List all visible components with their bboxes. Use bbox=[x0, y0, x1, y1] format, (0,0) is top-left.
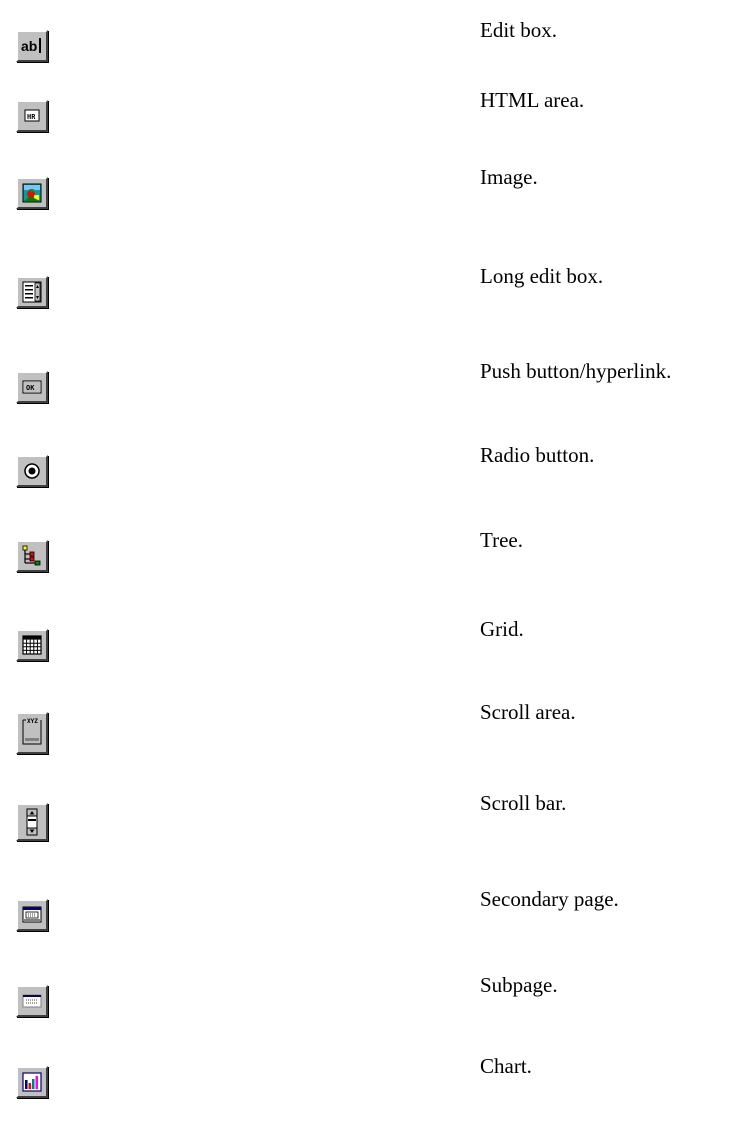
control-label: Scroll bar. bbox=[480, 791, 567, 815]
tree-icon bbox=[16, 540, 48, 572]
subpage-icon bbox=[16, 985, 48, 1017]
control-label: Scroll area. bbox=[480, 700, 576, 724]
secondary-page-icon bbox=[16, 899, 48, 931]
control-label: Secondary page. bbox=[480, 887, 619, 911]
long-edit-box-icon bbox=[16, 276, 48, 308]
control-label: HTML area. bbox=[480, 88, 585, 112]
control-row-image: Image. bbox=[0, 165, 751, 237]
control-row-scroll-bar: Scroll bar. bbox=[0, 791, 751, 863]
control-row-secondary-page: Secondary page. bbox=[0, 887, 751, 959]
control-row-chart: Chart. bbox=[0, 1054, 751, 1126]
control-row-tree: Tree. bbox=[0, 528, 751, 600]
svg-text:HR: HR bbox=[27, 113, 36, 121]
html-area-icon: HR bbox=[16, 100, 48, 132]
image-icon bbox=[16, 177, 48, 209]
control-row-long-edit-box: Long edit box. bbox=[0, 264, 751, 336]
control-label: Push button/hyperlink. bbox=[480, 359, 672, 383]
control-label: Grid. bbox=[480, 617, 524, 641]
svg-text:XYZ: XYZ bbox=[27, 718, 38, 725]
control-row-radio-button: Radio button. bbox=[0, 443, 751, 515]
chart-icon bbox=[16, 1066, 48, 1098]
svg-text:OK: OK bbox=[26, 384, 35, 392]
control-label: Tree. bbox=[480, 528, 523, 552]
grid-icon bbox=[16, 629, 48, 661]
scroll-area-icon: XYZ bbox=[16, 712, 48, 754]
svg-text:ab: ab bbox=[21, 38, 37, 54]
control-label: Edit box. bbox=[480, 18, 557, 42]
control-label: Long edit box. bbox=[480, 264, 604, 288]
control-label: Chart. bbox=[480, 1054, 532, 1078]
control-label: Radio button. bbox=[480, 443, 595, 467]
control-row-html-area: HR HTML area. bbox=[0, 88, 751, 160]
scroll-bar-icon bbox=[16, 803, 48, 841]
push-button-icon: OK bbox=[16, 371, 48, 403]
control-row-subpage: Subpage. bbox=[0, 973, 751, 1045]
control-label: Subpage. bbox=[480, 973, 558, 997]
control-row-edit-box: ab Edit box. bbox=[0, 18, 751, 90]
edit-box-icon: ab bbox=[16, 30, 48, 62]
control-row-push-button: OK Push button/hyperlink. bbox=[0, 359, 751, 431]
radio-button-icon bbox=[16, 455, 48, 487]
control-row-grid: Grid. bbox=[0, 617, 751, 689]
control-label: Image. bbox=[480, 165, 538, 189]
control-row-scroll-area: XYZ Scroll area. bbox=[0, 700, 751, 772]
